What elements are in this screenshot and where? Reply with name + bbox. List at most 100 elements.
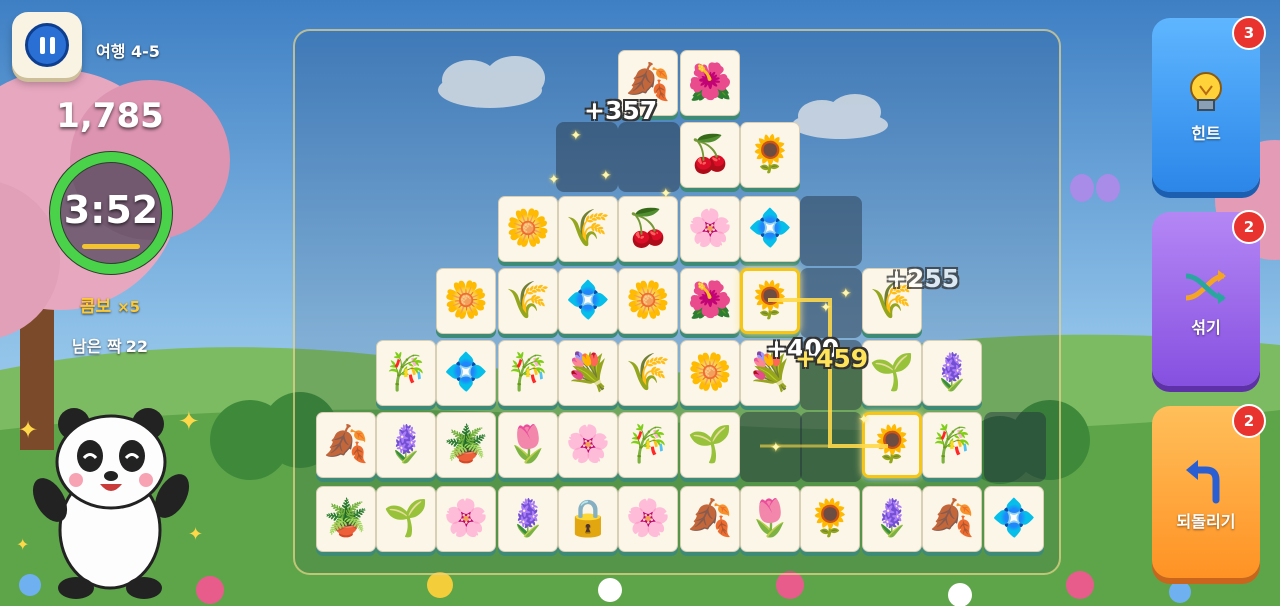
tile-lily[interactable]: 🌼 [498, 196, 560, 266]
pause-button[interactable] [12, 12, 82, 78]
combo-label: 콤보 [79, 297, 112, 317]
tile-sunflower[interactable]: 🌻 [862, 412, 924, 482]
tile-morning-glory[interactable]: 💠 [436, 340, 498, 410]
bouquet-icon: 💐 [740, 340, 800, 406]
morning-glory-icon: 💠 [436, 340, 496, 406]
tile-sprout[interactable]: 🌱 [376, 486, 438, 556]
timer: 3:52 [48, 150, 174, 276]
sparkle: ✦ [570, 128, 582, 144]
padlock-icon: 🔒 [558, 486, 618, 552]
tile-dandelion[interactable]: 🌾 [618, 340, 680, 410]
tile-bamboo[interactable]: 🎋 [376, 340, 438, 410]
sunflower-icon: 🌻 [862, 412, 922, 478]
tile-morning-glory[interactable]: 💠 [558, 268, 620, 338]
tile-bellflower[interactable]: 🪻 [922, 340, 984, 410]
tile-sunflower[interactable]: 🌻 [740, 122, 802, 192]
tile-lily[interactable]: 🌼 [618, 268, 680, 338]
ginkgo-icon: 🍂 [922, 486, 982, 552]
tile-hibiscus[interactable]: 🌸 [680, 196, 742, 266]
tile-succulent[interactable]: 🪴 [316, 486, 378, 556]
bouquet-icon: 💐 [558, 340, 618, 406]
tile-hibiscus[interactable]: 🌸 [618, 486, 680, 556]
tile-holly[interactable]: 🍒 [618, 196, 680, 266]
hint-count-badge: 3 [1232, 16, 1266, 50]
tile-ginkgo[interactable]: 🍂 [618, 50, 680, 120]
tile-sprout[interactable]: 🌱 [862, 340, 924, 410]
game-board: 여행 4-5 1,785 3:52 콤보 ×5 남은 짝22 ✦ ✦ ✦ ✦ [0, 0, 1280, 606]
tile-ginkgo[interactable]: 🍂 [922, 486, 984, 556]
tile-lily[interactable]: 🌼 [680, 340, 742, 410]
sprout-icon: 🌱 [680, 412, 740, 478]
tile-morning-glory[interactable]: 💠 [740, 196, 802, 266]
tile-ginkgo[interactable]: 🍂 [316, 412, 378, 482]
pause-icon [25, 23, 69, 67]
pairs-label: 남은 짝 [72, 337, 122, 356]
morning-glory-icon: 💠 [558, 268, 618, 334]
tile-hibiscus[interactable]: 🌸 [436, 486, 498, 556]
shuffle-button[interactable]: 섞기 2 [1152, 210, 1266, 386]
level-label: 여행 4-5 [96, 42, 160, 61]
tile-wheat[interactable]: 🌾 [862, 268, 924, 338]
tile-iris[interactable]: 🌷 [498, 412, 560, 482]
tile-bellflower[interactable]: 🪻 [376, 412, 438, 482]
sparkle: ✦ [660, 186, 672, 202]
hibiscus-icon: 🌸 [558, 412, 618, 478]
tile-lily[interactable]: 🌼 [436, 268, 498, 338]
tile-dandelion[interactable]: 🌾 [558, 196, 620, 266]
undo-arrow-icon [1186, 460, 1220, 504]
bamboo-icon: 🎋 [376, 340, 436, 406]
iris-icon: 🌷 [740, 486, 800, 552]
sparkle: ✦ [600, 168, 612, 184]
tile-ginkgo[interactable]: 🍂 [680, 486, 742, 556]
empty-tile-slot [800, 340, 862, 410]
sparkle: ✦ [858, 412, 870, 428]
tile-morning-glory[interactable]: 💠 [984, 486, 1046, 556]
tile-bamboo[interactable]: 🎋 [922, 412, 984, 482]
bellflower-icon: 🪻 [376, 412, 436, 478]
sprout-icon: 🌱 [862, 340, 922, 406]
empty-tile-slot [984, 412, 1046, 482]
hint-button[interactable]: 힌트 3 [1152, 16, 1266, 192]
score: 1,785 [56, 96, 164, 136]
tile-holly[interactable]: 🍒 [680, 122, 742, 192]
tile-sunflower[interactable]: 🌻 [800, 486, 862, 556]
hibiscus-icon: 🌸 [618, 486, 678, 552]
dandelion-icon: 🌾 [558, 196, 618, 262]
tile-sunflower[interactable]: 🌻 [740, 268, 802, 338]
combo-value: ×5 [117, 298, 141, 316]
tile-bouquet[interactable]: 💐 [740, 340, 802, 410]
tile-bird-of-paradise[interactable]: 🌺 [680, 268, 742, 338]
dandelion-icon: 🌾 [618, 340, 678, 406]
shuffle-icon [1185, 270, 1226, 304]
bird-of-paradise-icon: 🌺 [680, 50, 740, 116]
tile-bird-of-paradise[interactable]: 🌺 [680, 50, 742, 120]
bamboo-icon: 🎋 [618, 412, 678, 478]
combo: 콤보 ×5 [40, 292, 180, 317]
tile-succulent[interactable]: 🪴 [436, 412, 498, 482]
bamboo-icon: 🎋 [922, 412, 982, 478]
wheat-icon: 🌾 [498, 268, 558, 334]
tile-bouquet[interactable]: 💐 [558, 340, 620, 410]
remaining-pairs: 남은 짝 22 [40, 333, 180, 357]
tile-bellflower[interactable]: 🪻 [498, 486, 560, 556]
sunflower-icon: 🌻 [800, 486, 860, 552]
hibiscus-icon: 🌸 [436, 486, 496, 552]
tile-bamboo[interactable]: 🎋 [498, 340, 560, 410]
ginkgo-icon: 🍂 [316, 412, 376, 478]
tile-bamboo[interactable]: 🎋 [618, 412, 680, 482]
undo-button[interactable]: 되돌리기 2 [1152, 404, 1266, 578]
bird-of-paradise-icon: 🌺 [680, 268, 740, 334]
sunflower-icon: 🌻 [740, 268, 800, 334]
tile-hibiscus[interactable]: 🌸 [558, 412, 620, 482]
tile-bellflower[interactable]: 🪻 [862, 486, 924, 556]
empty-tile-slot [800, 412, 862, 482]
morning-glory-icon: 💠 [740, 196, 800, 262]
holly-icon: 🍒 [618, 196, 678, 262]
svg-text:✦: ✦ [16, 535, 29, 554]
undo-label: 되돌리기 [1176, 512, 1236, 531]
tile-padlock[interactable]: 🔒 [558, 486, 620, 556]
tile-iris[interactable]: 🌷 [740, 486, 802, 556]
tile-sprout[interactable]: 🌱 [680, 412, 742, 482]
bamboo-icon: 🎋 [498, 340, 558, 406]
tile-wheat[interactable]: 🌾 [498, 268, 560, 338]
